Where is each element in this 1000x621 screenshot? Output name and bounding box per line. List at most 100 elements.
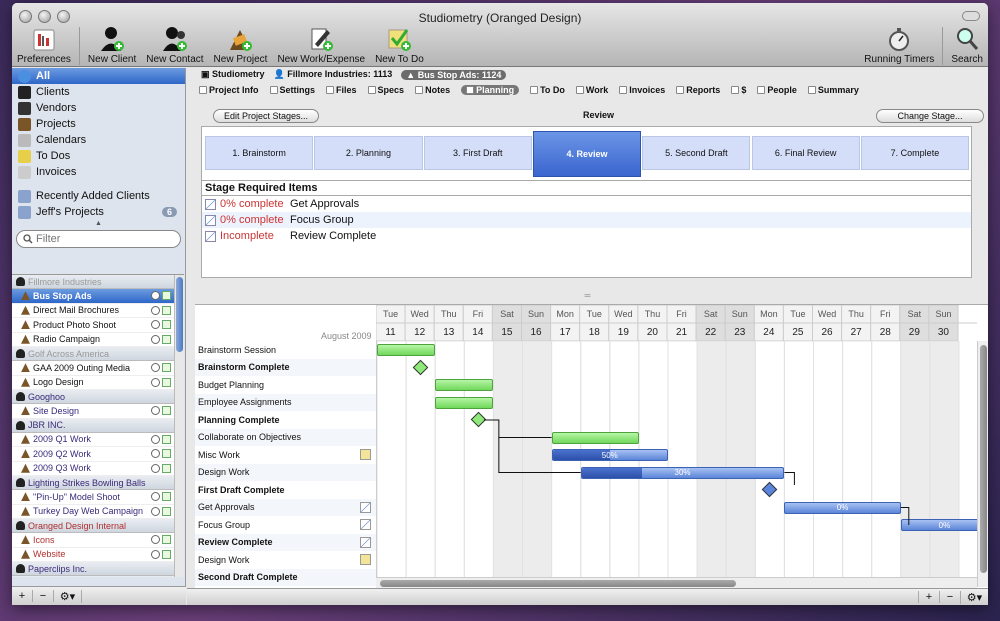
gantt-task-row[interactable]: Design Work [195,551,376,569]
search-button[interactable]: Search [946,26,988,65]
gantt-bar[interactable]: 50% [551,449,668,461]
checkbox-icon[interactable] [162,434,171,444]
timer-icon[interactable] [151,377,160,387]
checkbox-icon[interactable] [162,535,171,545]
timer-icon[interactable] [151,363,160,373]
toolbar-toggle-button[interactable] [962,11,980,21]
gantt-bar[interactable] [377,344,436,356]
gear-menu-button[interactable]: ⚙▾ [54,589,82,603]
stage-6-final-review[interactable]: 6. Final Review [751,136,860,170]
gantt-task-row[interactable]: Get Approvals [195,498,376,516]
new-work-expense-button[interactable]: New Work/Expense [272,26,370,65]
client-group-paperclips-inc[interactable]: Paperclips Inc. [12,562,184,576]
gantt-task-row[interactable]: Design Work [195,463,376,481]
gantt-remove-button[interactable]: − [939,591,960,603]
project-row[interactable]: Bus Stop Ads [12,289,184,304]
checkbox-icon[interactable] [162,463,171,473]
project-row[interactable]: 2009 Q3 Work [12,462,184,476]
checkbox-icon[interactable] [162,492,171,502]
required-item-row[interactable]: 0% complete Focus Group [202,212,971,228]
pencil-checkbox-icon[interactable] [360,519,371,530]
gantt-task-row[interactable]: Second Draft Complete [195,568,376,586]
client-group-jbr-inc[interactable]: JBR INC. [12,418,184,433]
remove-button[interactable]: − [33,590,54,602]
gantt-add-button[interactable]: + [918,591,939,603]
smart-folder-jeff-s-projects[interactable]: Jeff's Projects 6 [12,204,185,220]
tab-work[interactable]: Work [575,85,608,95]
add-button[interactable]: + [12,590,33,602]
timer-icon[interactable] [151,506,160,516]
sidebar-item-projects[interactable]: Projects [12,116,185,132]
gantt-timeline[interactable]: 50% 30% 0% 0% [376,341,977,587]
timer-icon[interactable] [151,406,160,416]
project-row[interactable]: 2009 Q1 Work [12,433,184,447]
gantt-task-row[interactable]: Planning Complete [195,411,376,429]
gantt-bar[interactable] [435,379,494,391]
timer-icon[interactable] [151,320,160,330]
timer-icon[interactable] [151,449,160,459]
timer-icon[interactable] [151,291,160,301]
project-row[interactable]: Turkey Day Web Campaign [12,505,184,519]
new-contact-button[interactable]: New Contact [141,26,208,65]
checkbox-icon[interactable] [162,506,171,516]
pencil-checkbox-icon[interactable] [205,214,216,226]
change-stage-button[interactable]: Change Stage... [876,109,984,123]
breadcrumb-client[interactable]: 👤 Fillmore Industries: 1113 [274,69,393,80]
tab-files[interactable]: Files [326,85,357,95]
sidebar-item-all[interactable]: All [12,68,185,84]
tab-planning[interactable]: Planning [461,85,520,95]
tab-summary[interactable]: Summary [807,85,859,95]
client-group-lighting-strikes-bowling-balls[interactable]: Lighting Strikes Bowling Balls [12,476,184,490]
client-group-googhoo[interactable]: Googhoo [12,390,184,404]
client-group-fillmore-industries[interactable]: Fillmore Industries [12,275,184,289]
new-client-button[interactable]: New Client [83,26,141,65]
tab-to-do[interactable]: To Do [530,85,565,95]
tab-settings[interactable]: Settings [269,85,315,95]
breadcrumb-app[interactable]: ▣ Studiometry [201,69,265,80]
sidebar-item-vendors[interactable]: Vendors [12,100,185,116]
gantt-task-row[interactable]: Misc Work [195,446,376,464]
checkbox-icon[interactable] [162,320,171,330]
pencil-checkbox-icon[interactable] [205,198,216,210]
client-group-golf-across-america[interactable]: Golf Across America [12,347,184,361]
sidebar-item-invoices[interactable]: Invoices [12,164,185,180]
sidebar-item-calendars[interactable]: Calendars [12,132,185,148]
tab-people[interactable]: People [757,85,797,95]
stage-7-complete[interactable]: 7. Complete [860,136,970,170]
gantt-task-row[interactable]: Review Complete [195,533,376,551]
required-item-row[interactable]: 0% complete Get Approvals [202,196,971,212]
project-row[interactable]: Direct Mail Brochures [12,304,184,318]
checked-box-icon[interactable] [360,554,371,565]
sidebar-splitter[interactable]: ▲ [12,220,185,228]
tab-project-info[interactable]: Project Info [199,85,259,95]
project-row[interactable]: Site Design [12,404,184,419]
smart-folder-recently-added-clients[interactable]: Recently Added Clients [12,188,185,204]
checkbox-icon[interactable] [162,449,171,459]
pencil-checkbox-icon[interactable] [205,230,216,242]
stage-5-second-draft[interactable]: 5. Second Draft [642,136,751,170]
tab-notes[interactable]: Notes [415,85,450,95]
checkbox-icon[interactable] [162,549,171,559]
checkbox-icon[interactable] [162,377,171,387]
client-group-poke-cola[interactable]: Poke Cola [12,576,184,577]
timer-icon[interactable] [151,463,160,473]
timer-icon[interactable] [151,549,160,559]
gantt-task-row[interactable]: First Draft Complete [195,481,376,499]
new-todo-button[interactable]: New To Do [370,26,429,65]
project-row[interactable]: "Pin-Up" Model Shoot [12,490,184,505]
checkbox-icon[interactable] [162,334,171,344]
pencil-checkbox-icon[interactable] [360,536,371,548]
stage-2-planning[interactable]: 2. Planning [314,136,423,170]
gantt-vertical-scrollbar[interactable] [977,341,988,587]
pane-divider[interactable]: ═ [187,292,988,301]
sidebar-item-clients[interactable]: Clients [12,84,185,100]
new-project-button[interactable]: New Project [209,26,273,65]
project-row[interactable]: 2009 Q2 Work [12,447,184,462]
project-row[interactable]: Logo Design [12,376,184,390]
project-row[interactable]: Product Photo Shoot [12,318,184,333]
filter-field[interactable] [16,230,181,248]
pencil-checkbox-icon[interactable] [360,501,371,513]
gantt-task-row[interactable]: Collaborate on Objectives [195,428,376,446]
filter-input[interactable] [36,233,166,245]
tab-specs[interactable]: Specs [367,85,404,95]
